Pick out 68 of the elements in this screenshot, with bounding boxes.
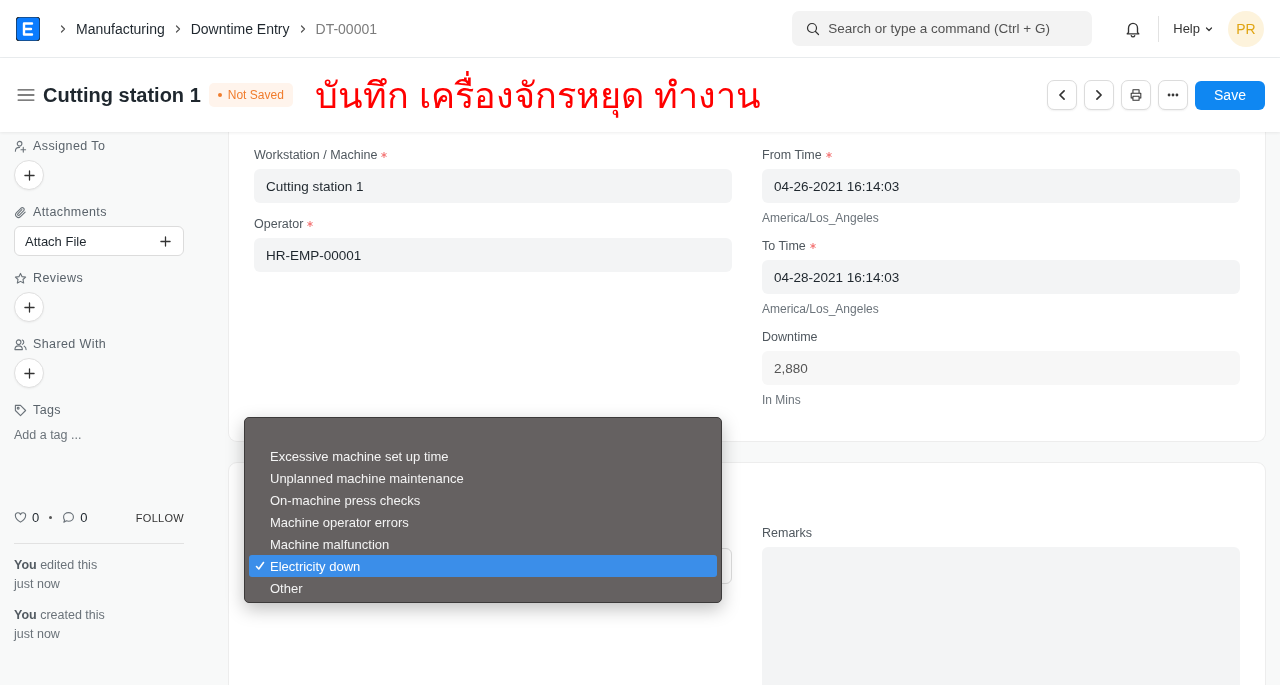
section-label: Shared With — [33, 337, 107, 351]
field-label: Downtime — [762, 330, 818, 344]
section-label: Attachments — [33, 205, 107, 219]
attach-file-button[interactable]: Attach File — [14, 226, 184, 256]
field-label: Operator — [254, 217, 304, 231]
dropdown-option[interactable]: Machine malfunction — [249, 533, 717, 555]
comment-icon[interactable] — [62, 511, 76, 524]
input-field[interactable]: 2,880 — [762, 351, 1240, 385]
dropdown-option[interactable]: Excessive machine set up time — [249, 445, 717, 467]
add-button[interactable] — [14, 160, 44, 190]
add-button[interactable] — [14, 292, 44, 322]
field-label: To Time — [762, 239, 806, 253]
save-button[interactable]: Save — [1195, 80, 1265, 110]
dropdown-option[interactable]: Unplanned machine maintenance — [249, 467, 717, 489]
field-label: Workstation / Machine — [254, 148, 378, 162]
breadcrumb-link[interactable]: Manufacturing — [76, 20, 165, 37]
field-label: From Time — [762, 148, 822, 162]
next-button[interactable] — [1084, 80, 1114, 110]
add-button[interactable] — [14, 358, 44, 388]
activity-text: You created this just now — [14, 607, 106, 643]
check-icon — [255, 561, 265, 571]
comment-count: 0 — [80, 510, 88, 525]
section-label: Assigned To — [33, 139, 106, 153]
search-icon — [806, 21, 821, 36]
breadcrumb-link[interactable]: Downtime Entry — [190, 20, 290, 37]
follow-link[interactable]: FOLLOW — [135, 511, 184, 524]
field-description: America/Los_Angeles — [762, 211, 880, 225]
section-label: Tags — [33, 403, 61, 417]
tag-input[interactable]: Add a tag ... — [14, 424, 184, 442]
chevron-right-icon — [58, 23, 68, 34]
field-description: In Mins — [762, 393, 802, 407]
breadcrumb-link[interactable]: DT-00001 — [315, 20, 377, 37]
annotation-text: บันทึก เครื่องจักรหยุด ทำงาน — [314, 66, 761, 124]
dropdown-option[interactable]: Machine operator errors — [249, 511, 717, 533]
app-logo-icon[interactable] — [16, 16, 40, 41]
dropdown-option[interactable]: On-machine press checks — [249, 489, 717, 511]
heart-icon[interactable] — [14, 511, 27, 524]
activity-text: You edited this just now — [14, 557, 99, 593]
like-count: 0 — [32, 510, 40, 525]
users-icon — [14, 337, 27, 351]
field-label: Remarks — [762, 526, 812, 540]
field-description: America/Los_Angeles — [762, 302, 880, 316]
star-icon — [14, 271, 27, 285]
dropdown-option[interactable]: Other — [249, 577, 717, 599]
user-add-icon — [14, 139, 27, 153]
tag-icon — [14, 403, 27, 417]
help-menu[interactable]: Help — [1173, 21, 1214, 36]
required-icon — [825, 152, 832, 158]
plus-icon — [23, 301, 35, 313]
input-field[interactable]: 04-26-2021 16:14:03 — [762, 169, 1240, 203]
section-label: Reviews — [33, 271, 84, 285]
input-field[interactable]: 04-28-2021 16:14:03 — [762, 260, 1240, 294]
search-field[interactable]: Search or type a command (Ctrl + G) — [792, 11, 1093, 46]
printer-icon — [1129, 88, 1143, 102]
print-button[interactable] — [1121, 80, 1151, 110]
input-field[interactable]: HR-EMP-00001 — [254, 238, 732, 272]
required-icon — [381, 152, 388, 158]
required-icon — [809, 243, 816, 249]
plus-icon — [160, 235, 171, 247]
paperclip-icon — [14, 205, 27, 219]
previous-button[interactable] — [1047, 80, 1077, 110]
plus-icon — [23, 169, 35, 181]
page-title: Cutting station 1 — [43, 83, 201, 107]
plus-icon — [23, 367, 35, 379]
menu-icon[interactable] — [17, 86, 35, 104]
required-icon — [307, 221, 314, 227]
input-field[interactable]: Cutting station 1 — [254, 169, 732, 203]
status-indicator: Not Saved — [208, 83, 293, 107]
